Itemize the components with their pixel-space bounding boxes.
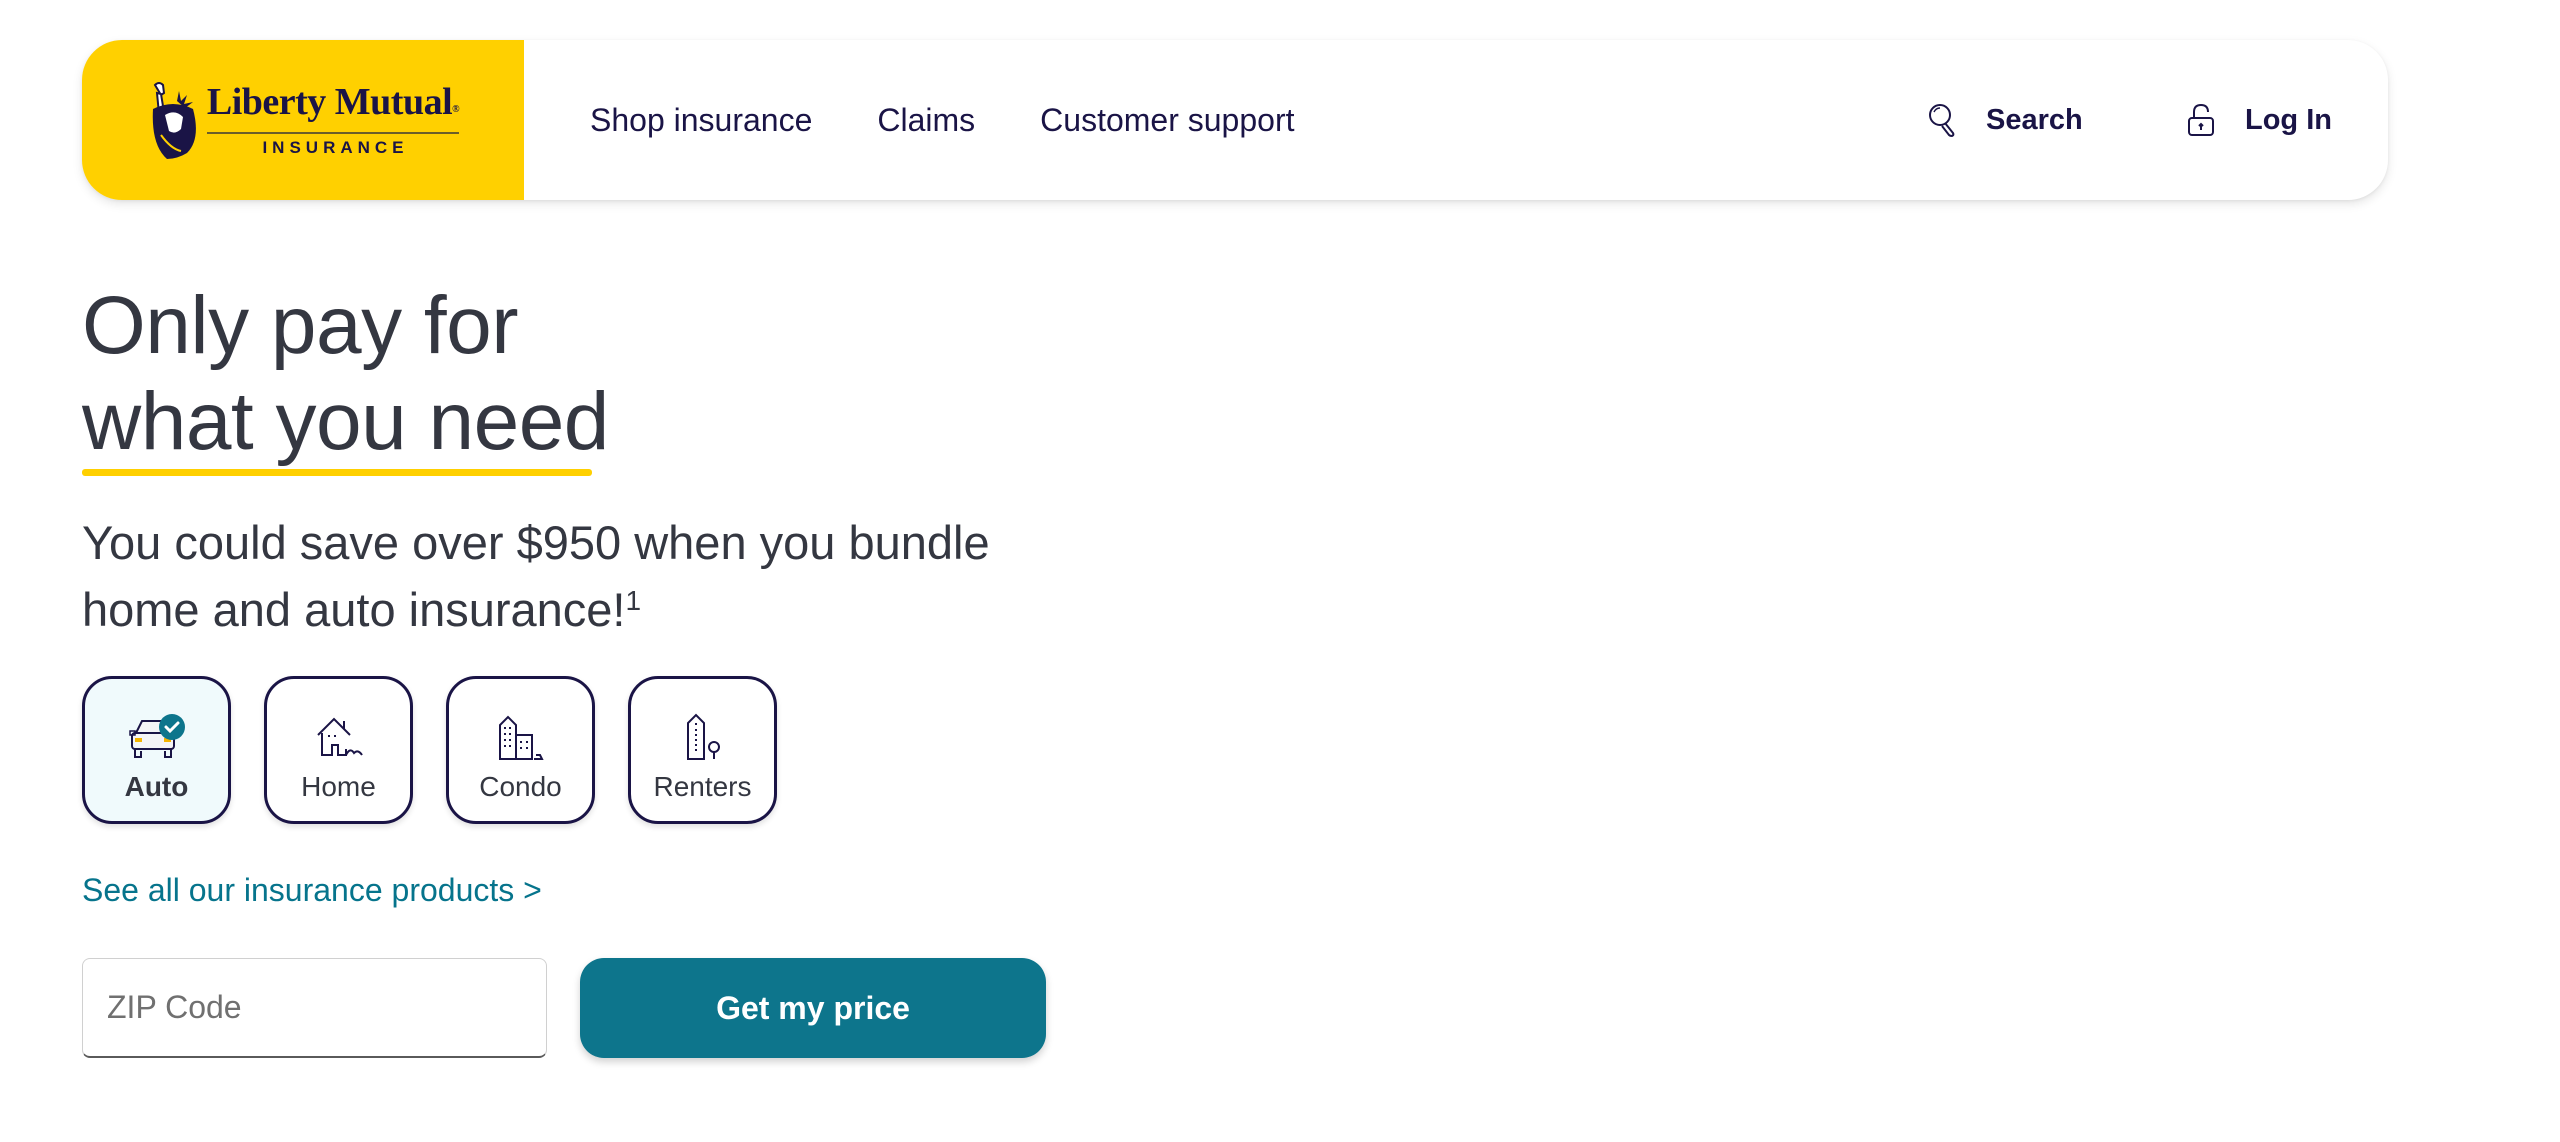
login-label: Log In [2245,103,2332,136]
headline-line-2: what you need [82,376,609,467]
logo-wordmark: Liberty Mutual® [206,82,460,134]
statue-of-liberty-icon [152,82,196,159]
get-my-price-button[interactable]: Get my price [580,958,1046,1058]
search-icon [1929,104,1955,137]
product-tile-condo[interactable]: Condo [446,676,595,824]
search-button[interactable]: Search [1928,40,2083,200]
subhead-text: You could save over $950 when you bundle… [82,516,990,636]
house-icon [316,717,363,756]
nav-customer-support[interactable]: Customer support [1040,102,1294,139]
search-label: Search [1986,103,2083,136]
product-label: Auto [124,771,189,802]
product-label: Condo [479,771,562,802]
unlock-icon [2188,103,2214,136]
product-tile-renters[interactable]: Renters [628,676,777,824]
see-all-products-link[interactable]: See all our insurance products > [82,872,542,909]
logo-link[interactable]: Liberty Mutual® INSURANCE [82,40,524,200]
product-label: Home [301,771,376,802]
page-headline: Only pay for what you need [82,278,609,470]
headline-line-1: Only pay for [82,280,519,371]
savings-subhead: You could save over $950 when you bundle… [82,514,1082,639]
nav-claims[interactable]: Claims [877,102,975,139]
liberty-mutual-logo: Liberty Mutual® INSURANCE [147,81,460,159]
site-header: Liberty Mutual® INSURANCE Shop insurance… [82,40,2388,200]
product-label: Renters [653,771,752,802]
car-icon [128,714,185,758]
login-button[interactable]: Log In [2187,40,2332,200]
condo-building-icon [498,715,544,760]
footnote-marker[interactable]: 1 [625,585,641,616]
product-tile-home[interactable]: Home [264,676,413,824]
main-nav: Shop insurance Claims Customer support [590,40,1359,200]
logo-tagline: INSURANCE [262,138,409,157]
nav-shop-insurance[interactable]: Shop insurance [590,102,812,139]
product-selector: Auto Home Condo Renters [82,676,810,824]
headline-underline [82,469,592,476]
product-tile-auto[interactable]: Auto [82,676,231,824]
apartment-tree-icon [686,713,720,760]
zip-code-input[interactable] [82,958,547,1058]
